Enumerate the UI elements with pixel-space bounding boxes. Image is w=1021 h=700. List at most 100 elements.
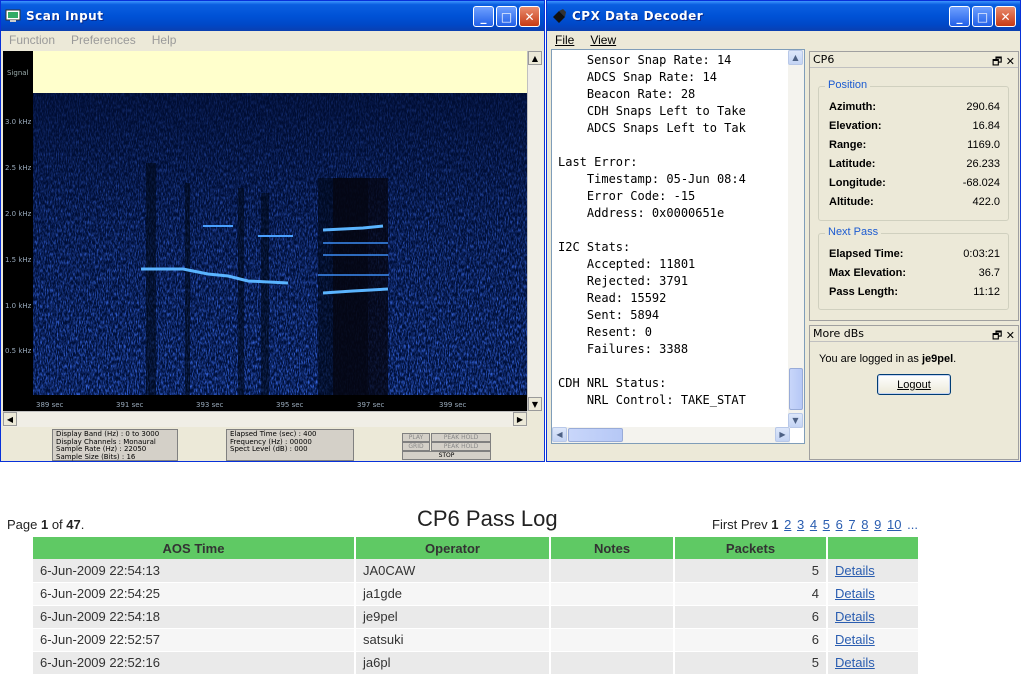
close-icon: ✕ xyxy=(524,9,535,24)
minimize-button[interactable]: _ xyxy=(473,6,494,27)
longitude-value: -68.024 xyxy=(962,177,1000,189)
next-pass-group: Next Pass Elapsed Time: 0:03:21 Max Eleva… xyxy=(818,226,1009,310)
scroll-down-icon[interactable]: ▼ xyxy=(528,397,542,411)
details-link[interactable]: Details xyxy=(835,586,875,601)
display-info-panel: Display Band (Hz) : 0 to 3000 Display Ch… xyxy=(52,429,178,461)
table-row: 6-Jun-2009 22:54:13 JA0CAW 5 Details xyxy=(33,559,920,583)
y-tick: 1.0 kHz xyxy=(5,302,32,310)
decoder-output[interactable]: Sensor Snap Rate: 14 ADCS Snap Rate: 14 … xyxy=(551,49,805,444)
scroll-right-icon[interactable]: ▶ xyxy=(775,427,790,442)
scroll-thumb[interactable] xyxy=(568,428,623,442)
column-notes[interactable]: Notes xyxy=(550,537,675,559)
maximize-button[interactable]: □ xyxy=(496,6,517,27)
scan-input-titlebar[interactable]: Scan Input _ □ ✕ xyxy=(1,1,544,31)
column-aos-time[interactable]: AOS Time xyxy=(33,537,356,559)
details-link[interactable]: Details xyxy=(835,655,875,670)
scan-input-title: Scan Input xyxy=(26,9,104,23)
info-sample-size: Sample Size (Bits) : 16 xyxy=(56,452,136,461)
pager-link-7[interactable]: 7 xyxy=(848,517,855,532)
pager-link-4[interactable]: 4 xyxy=(810,517,817,532)
restore-icon[interactable]: 🗗 xyxy=(992,55,1002,68)
more-dbs-header: More dBs 🗗 ✕ xyxy=(810,326,1018,342)
close-button[interactable]: ✕ xyxy=(519,6,540,27)
packets-cell: 6 xyxy=(674,605,828,629)
scroll-left-icon[interactable]: ◀ xyxy=(552,427,567,442)
restore-icon[interactable]: 🗗 xyxy=(992,329,1002,342)
close-button[interactable]: ✕ xyxy=(995,6,1016,27)
timing-info-panel: Elapsed Time (sec) : 400 Frequency (Hz) … xyxy=(226,429,354,461)
play-button[interactable]: PLAY xyxy=(402,433,430,442)
menu-function[interactable]: Function xyxy=(1,33,63,47)
table-row: 6-Jun-2009 22:52:57 satsuki 6 Details xyxy=(33,628,920,652)
pager-link-10[interactable]: 10 xyxy=(887,517,901,532)
scroll-thumb[interactable] xyxy=(789,368,803,410)
grid-button[interactable]: GRID xyxy=(402,442,430,451)
pager-link-8[interactable]: 8 xyxy=(861,517,868,532)
pager-more[interactable]: ... xyxy=(907,517,918,532)
azimuth-row: Azimuth: 290.64 xyxy=(829,101,1000,113)
spectrogram-hscroll[interactable]: ◀ ▶ xyxy=(3,411,527,427)
details-link[interactable]: Details xyxy=(835,609,875,624)
notes-cell xyxy=(550,559,675,583)
column-packets[interactable]: Packets xyxy=(674,537,828,559)
close-icon[interactable]: ✕ xyxy=(1006,55,1015,68)
cpx-title: CPX Data Decoder xyxy=(572,9,704,23)
spectrogram-vscroll[interactable]: ▲ ▼ xyxy=(527,51,543,411)
page-title: CP6 Pass Log xyxy=(417,506,558,531)
x-tick: 395 sec xyxy=(276,401,304,409)
pager-link-2[interactable]: 2 xyxy=(784,517,791,532)
table-row: 6-Jun-2009 22:54:25 ja1gde 4 Details xyxy=(33,582,920,606)
decoder-line xyxy=(558,137,790,154)
peak-hold-button[interactable]: PEAK HOLD xyxy=(431,433,491,442)
operator-cell: je9pel xyxy=(355,605,551,629)
minimize-button[interactable]: _ xyxy=(949,6,970,27)
details-link[interactable]: Details xyxy=(835,632,875,647)
scroll-up-icon[interactable]: ▲ xyxy=(788,50,803,65)
packets-cell: 5 xyxy=(674,651,828,675)
cp6-panel: CP6 🗗 ✕ Position Azimuth: 290.64 Elevatio… xyxy=(809,51,1019,321)
decoder-line: Beacon Rate: 28 xyxy=(558,87,696,101)
pager-link-5[interactable]: 5 xyxy=(823,517,830,532)
minimize-icon: _ xyxy=(956,9,963,24)
details-cell: Details xyxy=(827,628,920,652)
decoder-line: Error Code: -15 xyxy=(558,189,696,203)
pager-link-9[interactable]: 9 xyxy=(874,517,881,532)
minimize-icon: _ xyxy=(480,9,487,24)
scroll-right-icon[interactable]: ▶ xyxy=(513,412,527,426)
scan-menubar: Function Preferences Help xyxy=(1,31,544,49)
cpx-titlebar[interactable]: CPX Data Decoder _ □ ✕ xyxy=(547,1,1020,31)
logout-button[interactable]: Logout xyxy=(877,374,951,395)
menu-help[interactable]: Help xyxy=(144,33,185,47)
decoder-line: Sensor Snap Rate: 14 xyxy=(558,53,732,67)
pager-link-3[interactable]: 3 xyxy=(797,517,804,532)
decoder-line: CDH NRL Status: xyxy=(558,376,667,390)
satellite-icon xyxy=(551,8,567,24)
range-value: 1169.0 xyxy=(967,139,1000,151)
menu-file[interactable]: File xyxy=(547,33,582,47)
close-icon[interactable]: ✕ xyxy=(1006,329,1015,342)
menu-preferences[interactable]: Preferences xyxy=(63,33,144,47)
operator-cell: ja6pl xyxy=(355,651,551,675)
column-operator[interactable]: Operator xyxy=(355,537,551,559)
pager-prev[interactable]: Prev xyxy=(741,517,768,532)
decoder-vscroll[interactable]: ▲ ▼ xyxy=(788,50,804,428)
x-tick: 389 sec xyxy=(36,401,64,409)
scroll-down-icon[interactable]: ▼ xyxy=(788,413,803,428)
spectrogram-area: Signal 3.0 kHz 2.5 kHz 2.0 kHz 1.5 kHz 1… xyxy=(3,51,529,411)
latitude-value: 26.233 xyxy=(966,158,1000,170)
pass-log-table: AOS Time Operator Notes Packets 6-Jun-20… xyxy=(33,537,920,675)
decoder-hscroll[interactable]: ◀ ▶ xyxy=(552,427,790,443)
cpx-decoder-window: CPX Data Decoder _ □ ✕ File View Sensor … xyxy=(546,0,1021,462)
stop-button[interactable]: STOP xyxy=(402,451,491,460)
details-link[interactable]: Details xyxy=(835,563,875,578)
menu-view[interactable]: View xyxy=(582,33,624,47)
details-cell: Details xyxy=(827,559,920,583)
peak-hold-button-2[interactable]: PEAK HOLD xyxy=(431,442,491,451)
aos-time-cell: 6-Jun-2009 22:52:16 xyxy=(33,651,356,675)
maximize-button[interactable]: □ xyxy=(972,6,993,27)
decoder-line: Accepted: 11801 xyxy=(558,257,696,271)
scroll-left-icon[interactable]: ◀ xyxy=(3,412,17,426)
pager-first[interactable]: First xyxy=(712,517,737,532)
pager-link-6[interactable]: 6 xyxy=(836,517,843,532)
scroll-up-icon[interactable]: ▲ xyxy=(528,51,542,65)
